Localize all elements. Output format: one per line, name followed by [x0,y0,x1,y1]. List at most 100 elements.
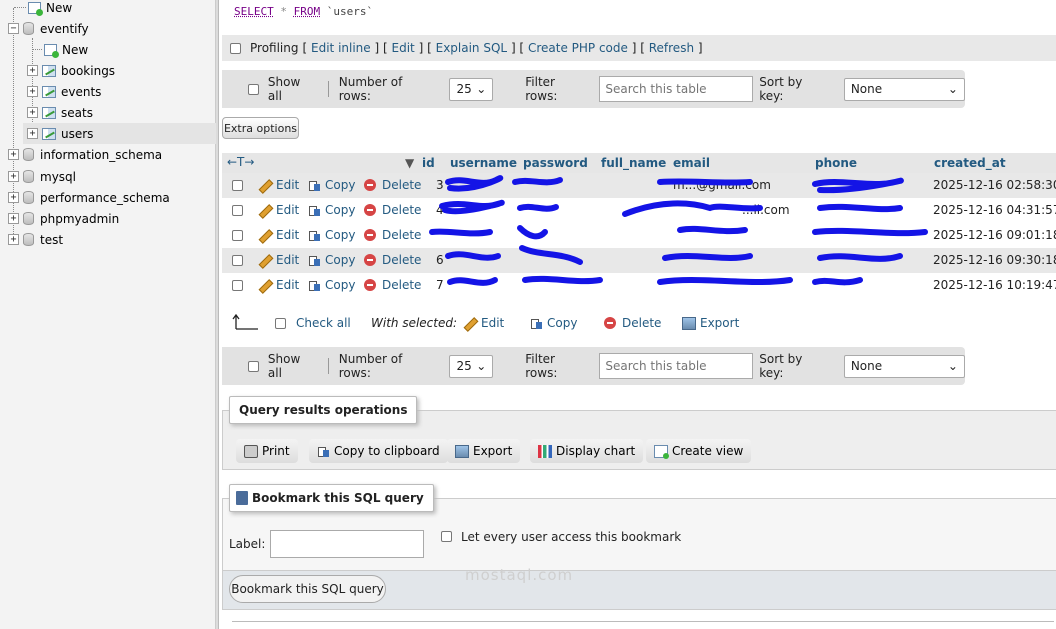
copy-row-link[interactable]: Copy [308,203,355,217]
expand-icon[interactable]: + [8,234,19,245]
edit-row-link[interactable]: Edit [259,253,299,267]
show-all-checkbox[interactable] [248,83,259,95]
column-header-username[interactable]: username [450,156,517,170]
database-icon [23,148,34,161]
row-checkbox[interactable] [232,230,243,241]
edit-row-link[interactable]: Edit [259,228,299,242]
row-checkbox[interactable] [232,255,243,266]
tree-item-performance-schema[interactable]: + performance_schema [8,187,170,208]
edit-row-link[interactable]: Edit [259,178,299,192]
bulk-delete-button[interactable]: Delete [604,316,661,330]
filter-rows-input[interactable]: Search this table [599,76,754,102]
expand-icon[interactable]: + [27,65,38,76]
rows-per-page-select[interactable]: 25 ⌄ [449,354,494,378]
tree-item-new-table[interactable]: New [32,39,88,60]
extra-options-button[interactable]: Extra options [222,117,299,139]
tree-item-test[interactable]: + test [8,229,63,250]
expand-icon[interactable]: + [8,171,19,182]
copy-to-clipboard-button[interactable]: Copy to clipboard [309,439,448,463]
expand-icon[interactable]: + [8,192,19,203]
bulk-edit-button[interactable]: Edit [464,316,504,330]
table-icon [42,106,56,119]
export-button[interactable]: Export [447,439,521,463]
bracket: ] [ [418,41,432,55]
column-arrows-icon[interactable]: ←T→ [227,155,254,169]
check-all-checkbox[interactable] [275,318,286,329]
delete-row-link[interactable]: Delete [364,253,421,267]
column-header-created-at[interactable]: created_at [934,156,1006,170]
sql-table-name: `users` [326,5,374,18]
create-php-code-link[interactable]: Create PHP code [528,41,628,55]
delete-label: Delete [382,278,422,292]
expand-icon[interactable]: + [8,149,19,160]
tree-item-bookings[interactable]: + bookings [27,60,115,81]
explain-sql-link[interactable]: Explain SQL [436,41,508,55]
delete-row-link[interactable]: Delete [364,228,421,242]
bracket: ] [697,41,703,55]
bulk-copy-button[interactable]: Copy [530,316,577,330]
rows-value: 25 [456,359,472,373]
column-header-id[interactable]: id [422,156,435,170]
delete-label: Delete [382,253,422,267]
tree-item-new-database[interactable]: New [14,0,72,18]
edit-row-link[interactable]: Edit [259,278,299,292]
bookmark-query-button[interactable]: Bookmark this SQL query [229,575,386,603]
tree-item-phpmyadmin[interactable]: + phpmyadmin [8,208,119,229]
copy-icon [308,254,321,267]
expand-icon[interactable]: + [27,128,38,139]
display-chart-button[interactable]: Display chart [530,439,644,463]
delete-row-link[interactable]: Delete [364,203,421,217]
sort-by-key-select[interactable]: None ⌄ [843,77,965,101]
edit-link[interactable]: Edit [392,41,415,55]
print-label: Print [262,444,290,458]
refresh-link[interactable]: Refresh [649,41,694,55]
delete-row-link[interactable]: Delete [364,178,421,192]
tree-item-users[interactable]: + users [23,123,216,144]
delete-row-link[interactable]: Delete [364,278,421,292]
tree-item-events[interactable]: + events [27,81,101,102]
print-button[interactable]: Print [236,439,298,463]
query-tools-bar: Profiling [ Edit inline ] [ Edit ] [ Exp… [222,35,1056,61]
column-header-password[interactable]: password [523,156,588,170]
copy-row-link[interactable]: Copy [308,178,355,192]
tree-item-seats[interactable]: + seats [27,102,93,123]
rows-per-page-select[interactable]: 25 ⌄ [449,77,494,101]
edit-inline-link[interactable]: Edit inline [311,41,371,55]
collapse-icon[interactable]: − [8,23,19,34]
show-all-checkbox[interactable] [248,360,259,372]
database-icon [23,191,34,204]
expand-icon[interactable]: + [27,107,38,118]
filter-rows-input[interactable]: Search this table [599,353,754,379]
copy-row-link[interactable]: Copy [308,278,355,292]
results-table-header: ←T→ ▼ id username password full_name ema… [222,153,1056,174]
share-bookmark-checkbox[interactable] [441,531,452,542]
panel-resizer[interactable] [216,0,219,629]
chevron-down-icon: ⌄ [947,82,958,96]
tree-item-eventify[interactable]: − eventify [8,18,89,39]
edit-row-link[interactable]: Edit [259,203,299,217]
copy-row-link[interactable]: Copy [308,228,355,242]
column-header-email[interactable]: email [673,156,710,170]
bookmark-label-input[interactable] [270,530,424,558]
tree-label: mysql [40,169,76,184]
sort-triangle-icon[interactable]: ▼ [405,156,414,170]
tree-item-information-schema[interactable]: + information_schema [8,144,162,165]
expand-icon[interactable]: + [8,213,19,224]
export-icon [455,444,469,458]
column-header-full-name[interactable]: full_name [601,156,666,170]
sql-keyword[interactable]: FROM [294,5,321,18]
row-checkbox[interactable] [232,205,243,216]
expand-icon[interactable]: + [27,86,38,97]
sql-keyword[interactable]: SELECT [234,5,274,18]
copy-row-link[interactable]: Copy [308,253,355,267]
row-checkbox[interactable] [232,280,243,291]
bracket: ] [ [510,41,525,55]
create-view-button[interactable]: Create view [646,439,752,463]
check-all-link[interactable]: Check all [296,316,351,330]
tree-item-mysql[interactable]: + mysql [8,166,76,187]
sort-by-key-select[interactable]: None ⌄ [843,354,965,378]
column-header-phone[interactable]: phone [815,156,857,170]
profiling-checkbox[interactable] [230,42,241,54]
bulk-export-button[interactable]: Export [682,316,739,330]
row-checkbox[interactable] [232,180,243,191]
